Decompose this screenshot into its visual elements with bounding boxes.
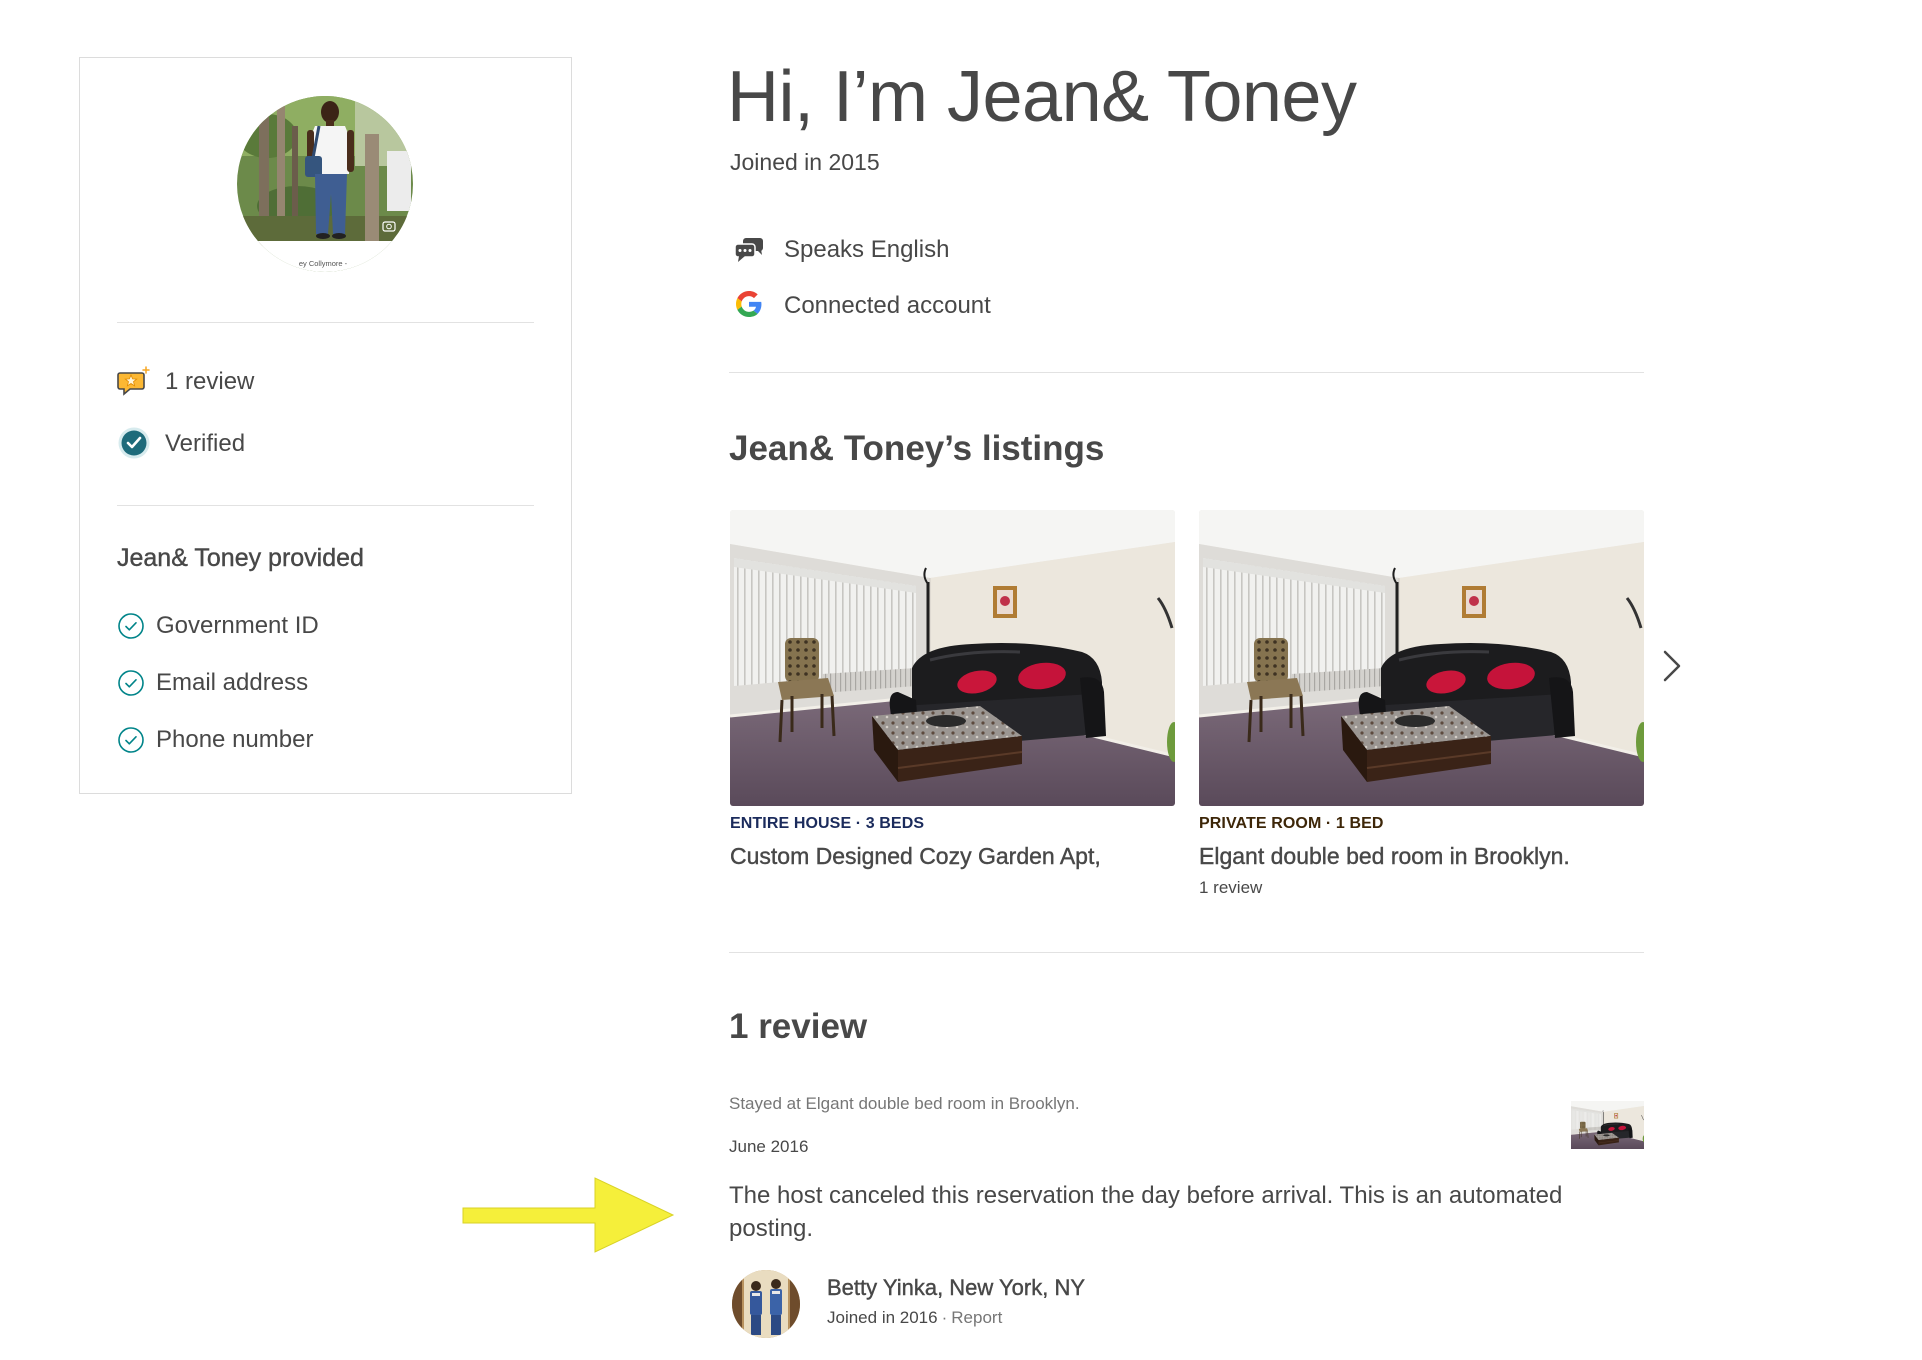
listing-title[interactable]: Custom Designed Cozy Garden Apt, [730, 843, 1101, 869]
check-circle-icon [117, 669, 145, 697]
joined-date: Joined in 2015 [730, 149, 880, 175]
review-stayed-at: Stayed at Elgant double bed room in Broo… [729, 1094, 1080, 1113]
listing-photo[interactable] [1199, 510, 1644, 806]
provided-item-phone: Phone number [156, 726, 314, 753]
reviewer-joined: Joined in 2016 [827, 1308, 938, 1327]
report-link[interactable]: Report [951, 1308, 1002, 1327]
meta-separator: · [941, 1308, 948, 1327]
provided-title: Jean& Toney provided [117, 544, 364, 572]
card-divider [117, 505, 534, 506]
check-circle-icon [117, 612, 145, 640]
chevron-right-icon[interactable] [1660, 648, 1684, 684]
page-title: Hi, I’m Jean& Toney [727, 57, 1357, 137]
reviews-heading: 1 review [729, 1007, 868, 1046]
google-icon [736, 291, 762, 317]
check-circle-icon [117, 726, 145, 754]
reviewer-meta: Joined in 2016 · Report [827, 1307, 1002, 1329]
avatar-caption: ey Collymore - [299, 259, 348, 268]
listing-title[interactable]: Elgant double bed room in Brooklyn. [1199, 843, 1570, 869]
languages-label: Speaks English [784, 236, 950, 263]
review-count-label: 1 review [165, 368, 255, 395]
card-divider [117, 322, 534, 323]
review-listing-thumbnail[interactable] [1571, 1101, 1644, 1149]
listings-heading: Jean& Toney’s listings [729, 429, 1105, 468]
reviewer-avatar[interactable] [732, 1270, 800, 1338]
listing-review-count: 1 review [1199, 878, 1263, 897]
section-divider [729, 952, 1644, 953]
connected-account-label: Connected account [784, 292, 991, 319]
listing-type-label: ENTIRE HOUSE · 3 BEDS [730, 815, 925, 832]
speech-bubbles-icon [733, 236, 765, 264]
yellow-arrow-icon [455, 1170, 680, 1260]
verified-label: Verified [165, 430, 246, 457]
provided-item-government-id: Government ID [156, 612, 319, 639]
section-divider [729, 372, 1644, 373]
profile-avatar: ey Collymore - [237, 96, 413, 272]
review-star-badge-icon [117, 365, 151, 399]
review-text: The host canceled this reservation the d… [729, 1182, 1563, 1242]
listing-type-label: PRIVATE ROOM · 1 BED [1199, 815, 1384, 832]
profile-page: { "profile_card": { "avatar_caption": "e… [0, 0, 1922, 1360]
provided-item-email: Email address [156, 669, 309, 696]
reviewer-name[interactable]: Betty Yinka, New York, NY [827, 1274, 1085, 1302]
review-date: June 2016 [729, 1137, 809, 1156]
verified-badge-icon [117, 426, 151, 460]
listing-photo[interactable] [730, 510, 1175, 806]
